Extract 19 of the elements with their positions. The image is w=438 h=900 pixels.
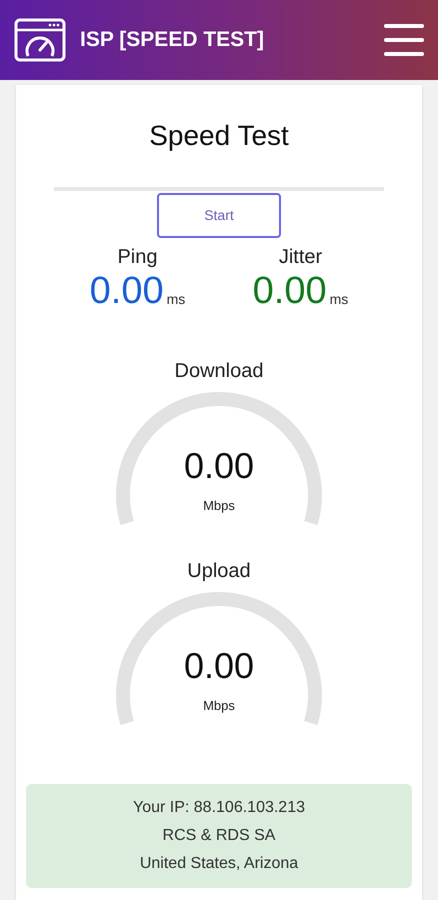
gauge-label: Download — [174, 359, 264, 384]
gauge-value: 0.00 — [184, 448, 254, 484]
card-title: Speed Test — [149, 119, 289, 153]
gauge-label: Upload — [187, 559, 251, 584]
info-line: RCS & RDS SA — [162, 826, 276, 846]
gauge-value: 0.00 — [184, 648, 254, 684]
info-line: Your IP: 88.106.103.213 — [133, 798, 305, 818]
start-button[interactable]: Start — [157, 193, 281, 238]
metric-value: 0.00 — [90, 272, 164, 310]
info-line: United States, Arizona — [140, 854, 298, 874]
metric-unit: ms — [330, 290, 348, 309]
metric-label: Ping — [117, 245, 158, 270]
metric-label: Jitter — [278, 245, 322, 270]
metric-value: 0.00 — [252, 272, 327, 310]
app-title: ISP [SPEED TEST] — [80, 27, 264, 54]
speedometer-window-icon — [14, 18, 66, 62]
gauge-unit: Mbps — [203, 497, 235, 515]
metric-unit: ms — [166, 290, 186, 309]
gauge-unit: Mbps — [203, 697, 235, 715]
